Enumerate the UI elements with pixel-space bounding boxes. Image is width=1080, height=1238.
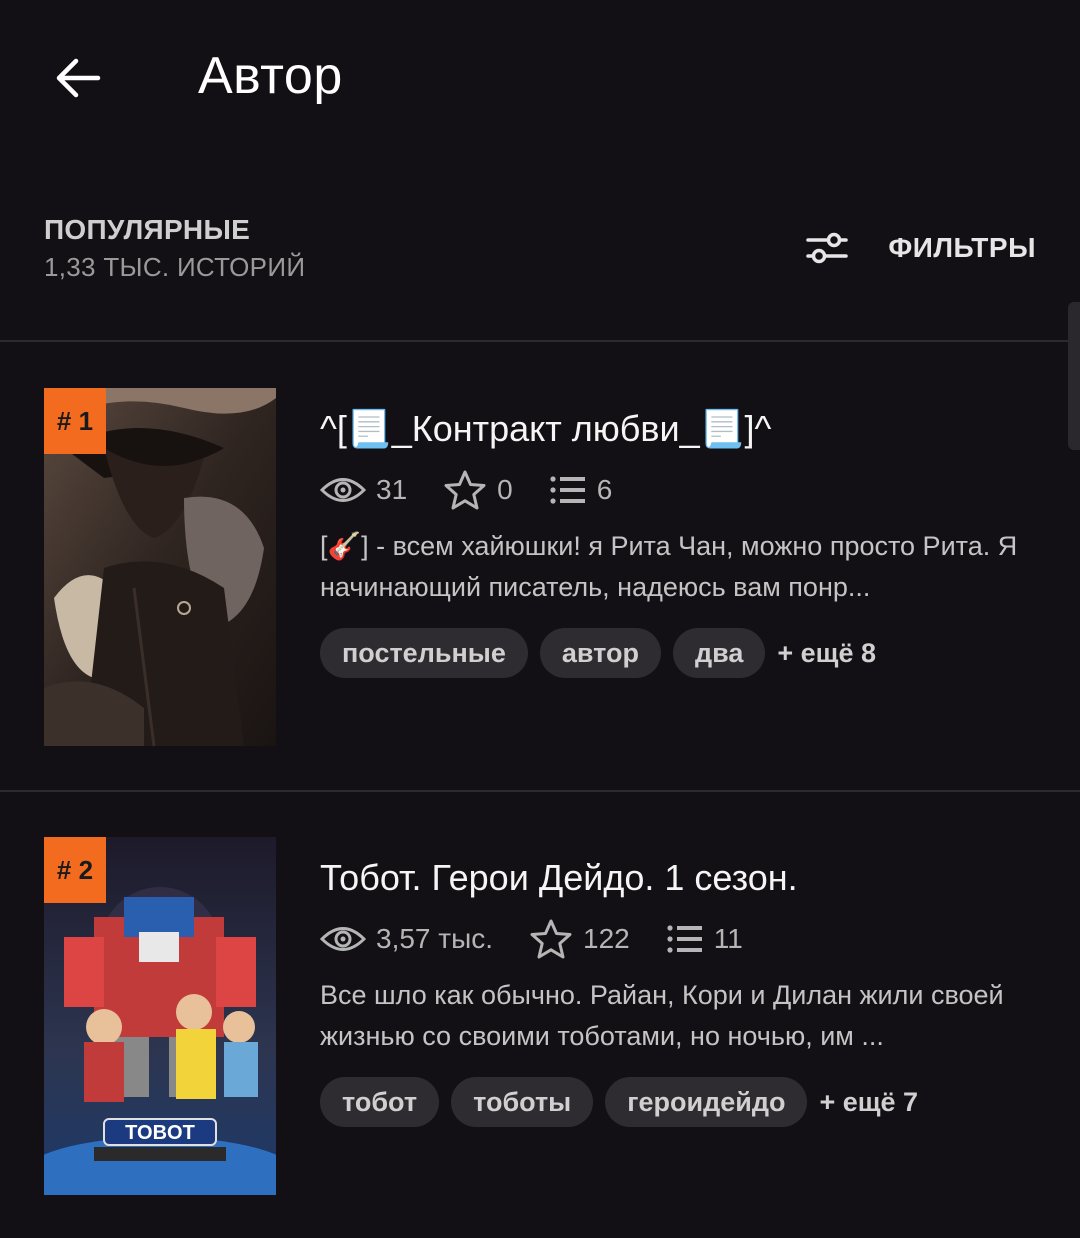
cover-logo: TOBOT: [125, 1122, 195, 1144]
parts-count: 6: [596, 474, 613, 505]
story-info: Тобот. Герои Дейдо. 1 сезон. 3,57 тыс. 1…: [320, 837, 1040, 1127]
votes-stat: 0: [443, 469, 513, 511]
tag-chip[interactable]: два: [672, 628, 766, 678]
story-card[interactable]: # 1 ^[📃_Контракт любви_📃]^ 31 0 6 [🎸] - …: [0, 388, 1080, 748]
story-title[interactable]: ^[📃_Контракт любви_📃]^: [320, 408, 1040, 452]
sort-bar: ПОПУЛЯРНЫЕ 1,33 ТЫС. ИСТОРИЙ ФИЛЬТРЫ: [0, 200, 1080, 300]
arrow-left-icon: [56, 58, 101, 98]
tag-list: постельные автор два + ещё 8: [320, 628, 1040, 678]
list-icon: [667, 925, 702, 953]
story-info: ^[📃_Контракт любви_📃]^ 31 0 6 [🎸] - всем…: [320, 388, 1040, 678]
more-tags-link[interactable]: + ещё 8: [777, 638, 876, 669]
tag-chip[interactable]: постельные: [320, 628, 528, 678]
votes-count: 122: [583, 923, 630, 954]
star-icon: [444, 470, 486, 510]
story-count: 1,33 ТЫС. ИСТОРИЙ: [44, 252, 306, 282]
story-description: [🎸] - всем хайюшки! я Рита Чан, можно пр…: [320, 531, 1018, 602]
tag-chip[interactable]: тобот: [320, 1077, 440, 1127]
story-stats: 3,57 тыс. 122 11: [320, 919, 1040, 959]
back-button[interactable]: [48, 48, 108, 108]
story-cover[interactable]: # 1: [44, 388, 276, 746]
reads-stat: 3,57 тыс.: [320, 923, 493, 955]
sliders-icon: [806, 232, 849, 264]
votes-stat: 122: [529, 918, 630, 960]
tag-chip[interactable]: тоботы: [451, 1077, 594, 1127]
story-title[interactable]: Тобот. Герои Дейдо. 1 сезон.: [320, 857, 1040, 901]
tag-chip[interactable]: автор: [539, 628, 661, 678]
filters-label: ФИЛЬТРЫ: [888, 232, 1036, 263]
story-cover[interactable]: # 2 TOBOT: [44, 837, 276, 1195]
sort-label[interactable]: ПОПУЛЯРНЫЕ: [44, 214, 250, 246]
reads-count: 3,57 тыс.: [376, 923, 494, 954]
parts-count: 11: [713, 923, 743, 954]
divider: [0, 790, 1080, 792]
reads-stat: 31: [320, 474, 407, 506]
eye-icon: [320, 478, 366, 502]
eye-icon: [320, 927, 366, 951]
votes-count: 0: [497, 474, 513, 505]
divider: [0, 340, 1080, 342]
story-stats: 31 0 6: [320, 470, 1040, 510]
story-card[interactable]: # 2 TOBOT Тобот. Герои Дейдо. 1 сезон. 3…: [0, 837, 1080, 1197]
star-icon: [530, 919, 572, 959]
story-description: Все шло как обычно. Райан, Кори и Дилан …: [320, 980, 1004, 1051]
list-icon: [550, 476, 585, 504]
tag-list: тобот тоботы героидейдо + ещё 7: [320, 1077, 1040, 1127]
tag-chip[interactable]: героидейдо: [605, 1077, 808, 1127]
page-title: Автор: [198, 47, 343, 105]
rank-badge: # 2: [44, 837, 106, 903]
rank-badge: # 1: [44, 388, 106, 454]
app-bar: Автор: [0, 0, 1080, 160]
parts-stat: 11: [666, 923, 743, 955]
filters-button[interactable]: ФИЛЬТРЫ: [806, 222, 1036, 274]
parts-stat: 6: [549, 474, 613, 506]
more-tags-link[interactable]: + ещё 7: [819, 1087, 918, 1118]
reads-count: 31: [376, 474, 408, 505]
